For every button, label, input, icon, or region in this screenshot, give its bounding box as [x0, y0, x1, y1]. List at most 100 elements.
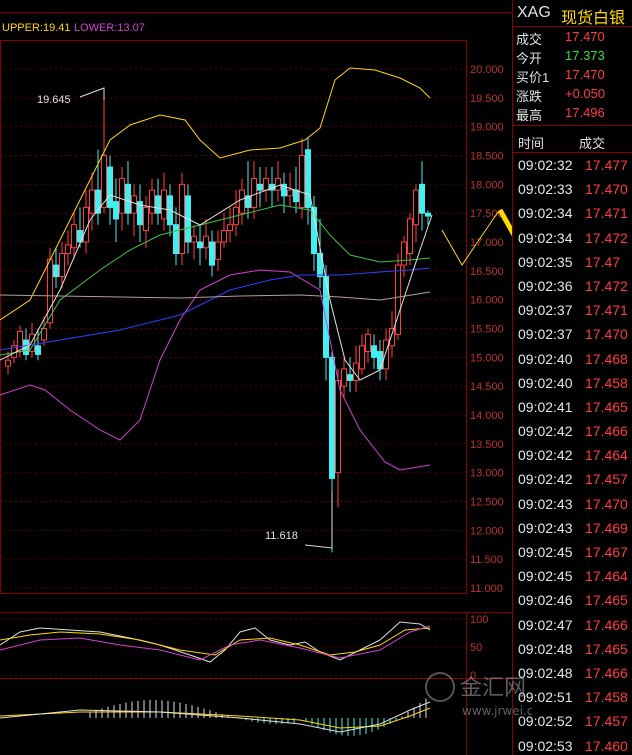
tick-row[interactable]: 09:02:35 17.47: [513, 250, 632, 274]
quote-row: 买价1 17.470: [513, 65, 632, 85]
low-price-annotation: 11.618: [265, 530, 298, 542]
bullish-candle: [143, 206, 149, 231]
tick-row[interactable]: 09:02:45 17.464: [513, 564, 632, 588]
tick-time: 09:02:34: [518, 229, 573, 246]
tick-row[interactable]: 09:02:40 17.458: [513, 371, 632, 395]
tick-time: 09:02:37: [518, 302, 573, 319]
tick-row[interactable]: 09:02:47 17.466: [513, 613, 632, 637]
tick-row[interactable]: 09:02:41 17.465: [513, 395, 632, 419]
tick-row[interactable]: 09:02:42 17.464: [513, 443, 632, 467]
watermark-logo: 金汇网 www.jrwei.com: [425, 672, 532, 718]
tick-price: 17.457: [585, 713, 628, 730]
bullish-candle: [359, 345, 365, 370]
price-axis-label: 18.500: [470, 151, 504, 163]
bullish-candle: [119, 178, 125, 214]
price-axis-label: 16.500: [470, 266, 504, 278]
tick-row[interactable]: 09:02:33 17.470: [513, 177, 632, 201]
tick-row[interactable]: 09:02:40 17.468: [513, 347, 632, 371]
bullish-candle: [59, 253, 65, 278]
bearish-candle: [113, 201, 119, 220]
price-chart[interactable]: 20.000 19.500 19.000 18.500 18.000 17.500 17.0…: [0, 0, 512, 755]
quote-row: 最高 17.496: [513, 103, 632, 123]
tick-time: 09:02:42: [518, 447, 573, 464]
watermark-brand: 金汇网: [460, 676, 526, 701]
tick-time: 09:02:45: [518, 544, 573, 560]
bearish-candle: [293, 189, 299, 203]
tick-row[interactable]: 09:02:42 17.466: [513, 419, 632, 443]
bullish-candle: [5, 359, 11, 367]
bullish-candle: [191, 235, 197, 243]
tick-price: 17.466: [585, 423, 628, 440]
tick-row[interactable]: 09:02:42 17.457: [513, 467, 632, 491]
price-axis-label: 14.500: [470, 381, 504, 393]
price-axis-label: 20.000: [470, 64, 504, 76]
oscillator-d-line: [0, 627, 431, 656]
quote-summary: 成交 17.470 今开 17.373 买价1 17.470 涨跌 +0.050 最高 17.49…: [513, 27, 632, 126]
tick-row[interactable]: 09:02:36 17.472: [513, 274, 632, 298]
tick-price: 17.477: [585, 157, 628, 173]
lower-band-label: LOWER:13.07: [74, 22, 145, 34]
symbol-name: 现货白银: [561, 10, 626, 27]
bullish-candle: [65, 244, 71, 255]
tick-price: 17.467: [585, 544, 628, 560]
low-marker-line: [304, 492, 333, 549]
bullish-candle: [335, 379, 341, 474]
bearish-candle: [329, 356, 335, 479]
tick-row[interactable]: 09:02:34 17.472: [513, 226, 632, 250]
tick-row[interactable]: 09:02:37 17.471: [513, 298, 632, 322]
bullish-candle: [227, 224, 233, 231]
tick-row[interactable]: 09:02:46 17.465: [513, 588, 632, 612]
bearish-candle: [197, 241, 203, 249]
price-axis-label: 19.500: [470, 93, 504, 105]
quote-value: 17.470: [565, 67, 605, 82]
tick-time: 09:02:35: [518, 253, 573, 270]
price-axis-label: 12.500: [470, 497, 504, 509]
arrow-down-shaft: [497, 208, 512, 237]
tick-time: 09:02:41: [518, 398, 573, 415]
bearish-candle: [425, 212, 431, 217]
quote-value: 17.496: [565, 105, 605, 120]
tick-row[interactable]: 09:02:37 17.470: [513, 322, 632, 346]
tick-price: 17.464: [585, 447, 628, 464]
high-price-annotation: 19.645: [37, 94, 71, 106]
tick-time: 09:02:42: [518, 423, 573, 440]
price-axis-label: 16.000: [470, 295, 504, 307]
bullish-candle: [401, 241, 407, 266]
osc-axis-label: 100: [470, 614, 488, 626]
tick-price: 17.470: [585, 181, 628, 198]
tick-row[interactable]: 09:02:48 17.465: [513, 637, 632, 661]
price-axis-label: 14.000: [470, 410, 504, 422]
bullish-candle: [365, 333, 371, 353]
price-axis-label: 13.000: [470, 468, 504, 480]
tick-price: 17.465: [585, 398, 628, 415]
tick-row[interactable]: 09:02:34 17.471: [513, 201, 632, 225]
tick-price: 17.465: [585, 592, 628, 609]
tick-price: 17.458: [585, 374, 628, 391]
symbol-code: XAG: [517, 4, 551, 21]
tick-time: 09:02:40: [518, 350, 573, 367]
tick-price: 17.466: [585, 664, 628, 681]
ticks-price-header: 成交: [579, 136, 606, 151]
tick-time: 09:02:32: [518, 157, 573, 173]
tick-row[interactable]: 09:02:43 17.470: [513, 492, 632, 516]
tick-row[interactable]: 09:02:45 17.467: [513, 540, 632, 564]
bearish-candle: [125, 183, 131, 214]
tick-price: 17.471: [585, 205, 628, 222]
bullish-candle: [89, 189, 95, 214]
bullish-candle: [239, 189, 245, 214]
ticks-header: 时间 成交: [513, 126, 632, 153]
quote-value: 17.373: [565, 48, 605, 63]
tick-price: 17.472: [585, 277, 628, 294]
watermark-url: www.jrwei.com: [462, 704, 532, 718]
tick-price: 17.465: [585, 640, 628, 657]
quote-row: 成交 17.470: [513, 27, 632, 47]
bearish-candle: [173, 224, 179, 255]
bearish-candle: [305, 149, 311, 208]
candlestick-chart-svg[interactable]: 20.000 19.500 19.000 18.500 18.000 17.500 17.0…: [0, 0, 512, 755]
quote-row: 今开 17.373: [513, 46, 632, 66]
bullish-candle: [149, 189, 155, 214]
symbol-header: XAG 现货白银: [513, 0, 632, 27]
tick-row[interactable]: 09:02:32 17.477: [513, 153, 632, 177]
tick-row[interactable]: 09:02:43 17.469: [513, 516, 632, 540]
watermark-coin-icon: [425, 672, 455, 702]
